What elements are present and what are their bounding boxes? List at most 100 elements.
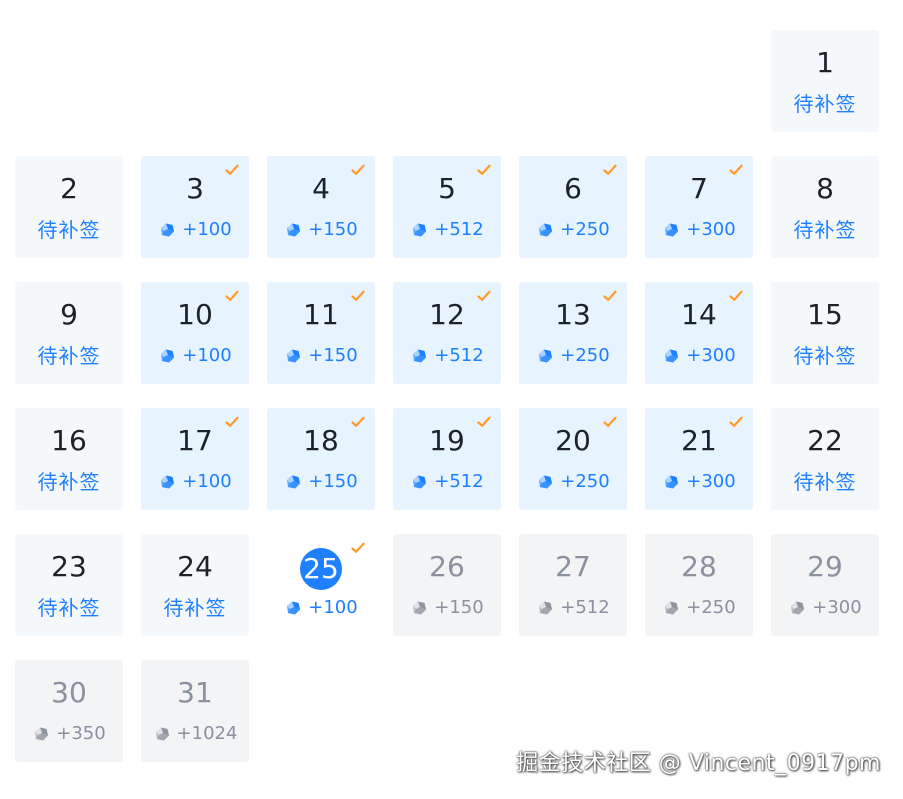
day-number: 18 <box>303 424 339 457</box>
check-icon <box>225 290 239 301</box>
makeup-sign-text[interactable]: 待补签 <box>38 344 101 368</box>
check-icon <box>351 542 365 553</box>
reward-amount: +150 <box>410 594 484 622</box>
day-cell-19: 19 +512 <box>393 408 501 510</box>
day-cell-18: 18 +150 <box>267 408 375 510</box>
makeup-sign-text[interactable]: 待补签 <box>794 470 857 494</box>
ore-icon <box>791 601 805 615</box>
ore-icon <box>539 601 553 615</box>
reward-text: +250 <box>560 345 610 366</box>
day-number: 19 <box>429 424 465 457</box>
day-number: 3 <box>186 172 204 205</box>
reward-amount: +250 <box>536 216 610 244</box>
day-number: 12 <box>429 298 465 331</box>
reward-amount: +250 <box>536 342 610 370</box>
day-number: 31 <box>177 676 213 709</box>
reward-amount: +300 <box>788 594 862 622</box>
day-cell-2[interactable]: 2 待补签 <box>15 156 123 258</box>
day-number: 7 <box>690 172 708 205</box>
day-number: 20 <box>555 424 591 457</box>
ore-icon <box>287 223 301 237</box>
makeup-sign-label: 待补签 <box>771 468 879 496</box>
reward-amount: +512 <box>410 216 484 244</box>
reward-amount: +100 <box>158 342 232 370</box>
reward: +250 <box>519 342 627 372</box>
ore-icon <box>665 475 679 489</box>
day-cell-26: 26 +150 <box>393 534 501 636</box>
reward-text: +512 <box>560 597 610 618</box>
makeup-sign-text[interactable]: 待补签 <box>38 596 101 620</box>
reward-amount: +150 <box>284 216 358 244</box>
day-number: 2 <box>60 172 78 205</box>
reward-text: +100 <box>182 345 232 366</box>
reward-text: +250 <box>560 219 610 240</box>
reward: +250 <box>519 216 627 246</box>
sign-in-calendar: 1 待补签 2 待补签 3 +100 4 +150 5 +512 6 +250 7 +300 8 待补签 9 待补… <box>0 0 903 799</box>
reward-text: +150 <box>434 597 484 618</box>
day-cell-24[interactable]: 24 待补签 <box>141 534 249 636</box>
reward: +250 <box>519 468 627 498</box>
day-cell-28: 28 +250 <box>645 534 753 636</box>
reward: +512 <box>519 594 627 624</box>
day-cell-30: 30 +350 <box>15 660 123 762</box>
day-cell-12: 12 +512 <box>393 282 501 384</box>
check-icon <box>729 290 743 301</box>
day-number: 6 <box>564 172 582 205</box>
reward-text: +150 <box>308 471 358 492</box>
ore-icon <box>287 475 301 489</box>
day-cell-1[interactable]: 1 待补签 <box>771 30 879 132</box>
day-cell-9[interactable]: 9 待补签 <box>15 282 123 384</box>
reward-text: +1024 <box>176 723 238 744</box>
ore-icon <box>287 349 301 363</box>
reward: +300 <box>645 216 753 246</box>
reward-text: +350 <box>56 723 106 744</box>
day-number: 10 <box>177 298 213 331</box>
reward-text: +150 <box>308 219 358 240</box>
day-cell-3: 3 +100 <box>141 156 249 258</box>
check-icon <box>225 164 239 175</box>
ore-icon <box>665 223 679 237</box>
day-number: 23 <box>51 550 87 583</box>
day-number: 13 <box>555 298 591 331</box>
check-icon <box>225 416 239 427</box>
day-number: 15 <box>807 298 843 331</box>
day-number: 1 <box>816 46 834 79</box>
makeup-sign-text[interactable]: 待补签 <box>794 344 857 368</box>
reward-amount: +100 <box>158 468 232 496</box>
ore-icon <box>161 349 175 363</box>
makeup-sign-text[interactable]: 待补签 <box>794 218 857 242</box>
ore-icon <box>287 601 301 615</box>
makeup-sign-text[interactable]: 待补签 <box>38 218 101 242</box>
makeup-sign-text[interactable]: 待补签 <box>794 92 857 116</box>
makeup-sign-text[interactable]: 待补签 <box>38 470 101 494</box>
day-cell-27: 27 +512 <box>519 534 627 636</box>
day-number: 26 <box>429 550 465 583</box>
reward-amount: +350 <box>32 720 106 748</box>
day-cell-23[interactable]: 23 待补签 <box>15 534 123 636</box>
day-number: 4 <box>312 172 330 205</box>
day-number: 9 <box>60 298 78 331</box>
reward: +100 <box>267 594 375 624</box>
ore-icon <box>539 223 553 237</box>
reward: +100 <box>141 468 249 498</box>
reward-amount: +100 <box>284 594 358 622</box>
day-cell-15[interactable]: 15 待补签 <box>771 282 879 384</box>
day-cell-8[interactable]: 8 待补签 <box>771 156 879 258</box>
day-cell-16[interactable]: 16 待补签 <box>15 408 123 510</box>
ore-icon <box>665 601 679 615</box>
day-number: 5 <box>438 172 456 205</box>
makeup-sign-text[interactable]: 待补签 <box>164 596 227 620</box>
day-cell-22[interactable]: 22 待补签 <box>771 408 879 510</box>
day-cell-13: 13 +250 <box>519 282 627 384</box>
reward-amount: +150 <box>284 468 358 496</box>
check-icon <box>477 416 491 427</box>
day-number: 16 <box>51 424 87 457</box>
day-number: 22 <box>807 424 843 457</box>
reward: +1024 <box>141 720 249 750</box>
day-number: 21 <box>681 424 717 457</box>
reward: +512 <box>393 342 501 372</box>
ore-icon <box>413 349 427 363</box>
reward-text: +300 <box>812 597 862 618</box>
reward: +300 <box>645 468 753 498</box>
day-number: 8 <box>816 172 834 205</box>
